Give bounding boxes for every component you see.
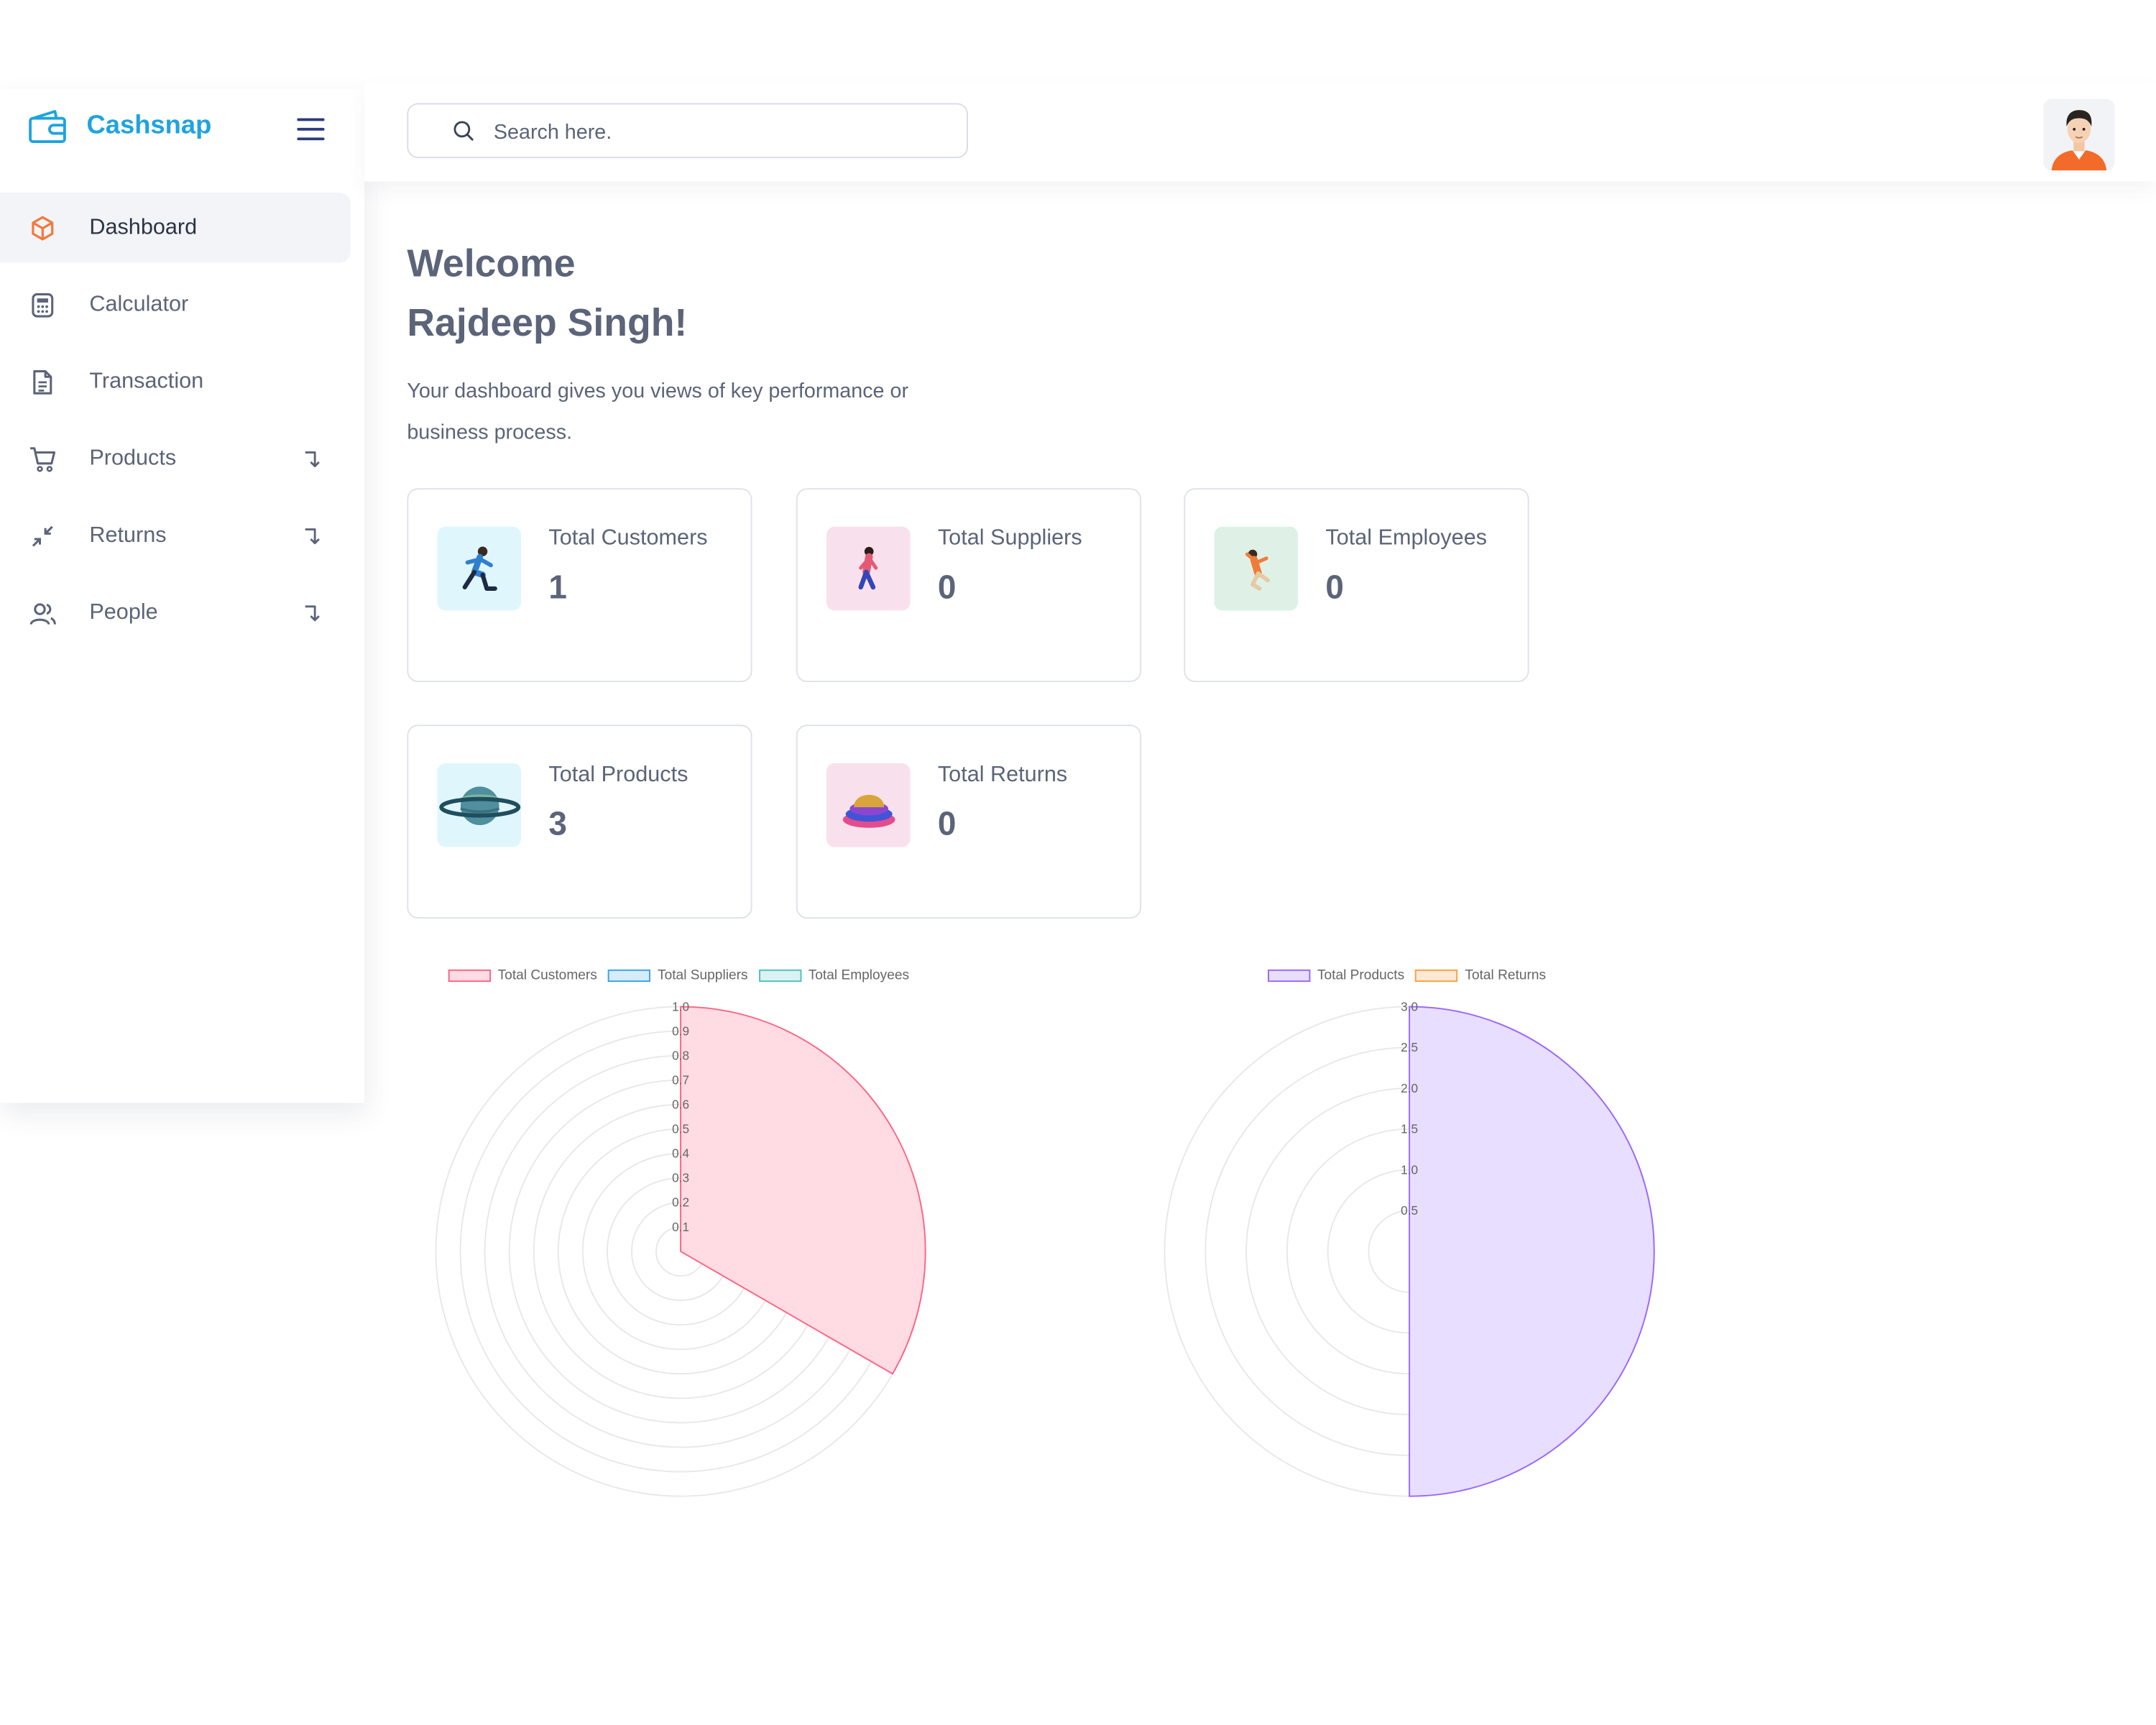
arrow-down-turn-icon (305, 451, 320, 467)
tick-label: 0.9 (672, 1024, 689, 1038)
sidebar-item-label: People (89, 600, 158, 624)
welcome-description: Your dashboard gives you views of key pe… (407, 380, 909, 444)
tick-label: 2.0 (1401, 1081, 1418, 1095)
top-header (364, 82, 2156, 182)
sidebar-item-transaction[interactable]: Transaction (0, 346, 351, 417)
app-name: Cashsnap (86, 111, 212, 141)
shrink-arrows-icon (32, 525, 53, 546)
stat-card-returns[interactable]: Total Returns 0 (796, 724, 1142, 919)
users-icon (29, 602, 57, 625)
planet-icon (438, 786, 520, 825)
search-box[interactable] (407, 103, 968, 159)
sidebar-item-people[interactable]: People (0, 578, 351, 648)
tick-label: 0.4 (672, 1146, 689, 1161)
search-icon (453, 121, 474, 141)
cart-icon (30, 446, 56, 472)
tick-label: 2.5 (1401, 1040, 1418, 1054)
card-value: 0 (937, 806, 957, 843)
card-title: Total Returns (937, 763, 1068, 787)
card-icon-box (826, 526, 911, 611)
card-value: 3 (548, 806, 567, 843)
sidebar-item-label: Products (89, 446, 177, 470)
sidebar-item-label: Transaction (89, 369, 204, 393)
sidebar-item-calculator[interactable]: Calculator (0, 270, 351, 340)
tick-label: 0.5 (1401, 1203, 1418, 1218)
card-title: Total Suppliers (937, 526, 1082, 551)
stat-card-employees[interactable]: Total Employees 0 (1184, 488, 1529, 682)
card-title: Total Employees (1325, 526, 1488, 551)
sidebar-item-returns[interactable]: Returns (0, 500, 351, 571)
tick-label: 0.2 (672, 1195, 689, 1210)
tick-label: 0.3 (672, 1171, 689, 1185)
user-avatar-icon (2051, 110, 2107, 171)
tick-label: 1.5 (1401, 1122, 1418, 1136)
sidebar-item-dashboard[interactable]: Dashboard (0, 192, 351, 263)
stacked-rings-icon (842, 794, 895, 827)
running-person-icon (461, 546, 497, 590)
card-value: 0 (937, 569, 957, 607)
inventory-polar-chart: Total Products Total Returns 0.5 1.0 1.5 2.0… (1155, 968, 1664, 1512)
card-icon-box (437, 763, 522, 847)
card-icon-box (826, 763, 911, 847)
walking-person-icon (857, 546, 877, 589)
tick-label: 1.0 (672, 999, 689, 1013)
avatar[interactable] (2043, 98, 2115, 171)
arrow-down-turn-icon (305, 604, 320, 621)
polar-segment[interactable] (1409, 1006, 1655, 1497)
welcome-title: Welcome Rajdeep Singh! (407, 234, 985, 352)
sidebar-item-products[interactable]: Products (0, 423, 351, 494)
calculator-icon (32, 292, 54, 317)
sidebar-item-label: Dashboard (89, 215, 198, 239)
cube-icon (32, 215, 54, 240)
brand[interactable]: Cashsnap (27, 106, 211, 147)
tick-label: 1.0 (1401, 1162, 1418, 1177)
document-icon (33, 369, 52, 394)
tick-label: 3.0 (1401, 999, 1418, 1013)
tick-label: 0.7 (672, 1072, 689, 1087)
welcome-section: Welcome Rajdeep Singh! Your dashboard gi… (407, 234, 985, 454)
sidebar-item-label: Calculator (89, 292, 189, 316)
polar-segment[interactable] (680, 1006, 926, 1375)
stat-card-customers[interactable]: Total Customers 1 (407, 488, 752, 682)
card-icon-box (1214, 526, 1299, 611)
sidebar-nav: Dashboard Calculator Transaction Product… (0, 192, 364, 655)
jumping-person-icon (1244, 548, 1269, 590)
card-icon-box (437, 526, 522, 611)
tick-label: 0.6 (672, 1098, 689, 1112)
people-polar-chart: Total Customers Total Suppliers Total Empl… (426, 968, 935, 1512)
polar-chart-svg: 0.1 0.2 0.3 0.4 0.5 0.6 0.7 0.8 0.9 1.0 (435, 999, 926, 1497)
card-value: 1 (548, 569, 567, 607)
card-title: Total Products (548, 763, 688, 787)
stat-card-products[interactable]: Total Products 3 (407, 724, 752, 919)
polar-chart-svg: 0.5 1.0 1.5 2.0 2.5 3.0 (1164, 999, 1655, 1497)
card-title: Total Customers (548, 526, 708, 551)
welcome-line-2: Rajdeep Singh! (407, 301, 688, 344)
stat-card-suppliers[interactable]: Total Suppliers 0 (796, 488, 1142, 682)
welcome-line-1: Welcome (407, 242, 576, 285)
arrow-down-turn-icon (305, 528, 320, 544)
card-value: 0 (1325, 569, 1344, 607)
sidebar-item-label: Returns (89, 523, 167, 547)
wallet-logo-icon (29, 110, 66, 143)
hamburger-menu-icon[interactable] (297, 117, 327, 142)
sidebar: Cashsnap Dashboard Calculator Transactio… (0, 89, 365, 1103)
tick-label: 0.5 (672, 1122, 689, 1136)
search-input[interactable] (491, 115, 936, 149)
tick-label: 0.1 (672, 1220, 689, 1234)
tick-label: 0.8 (672, 1048, 689, 1062)
